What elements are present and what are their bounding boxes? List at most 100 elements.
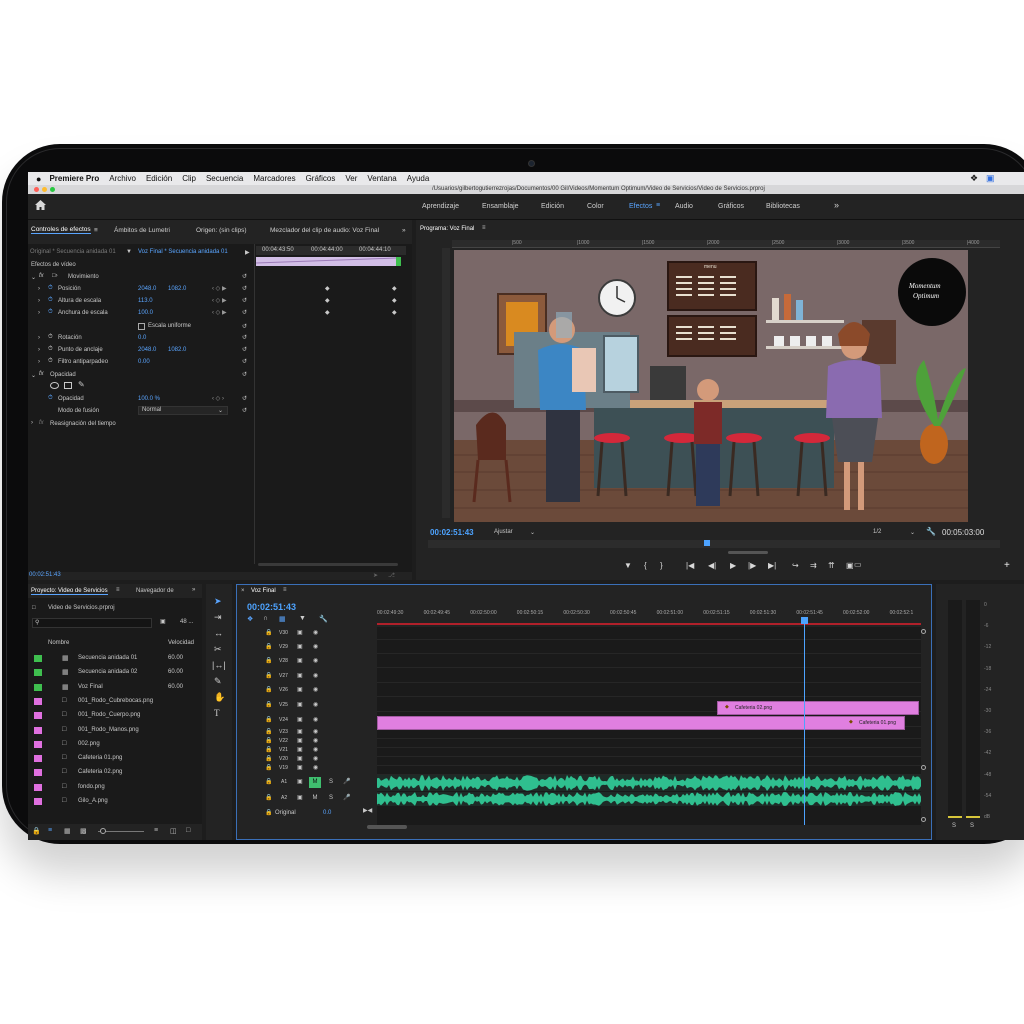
program-scrub-bar[interactable] bbox=[428, 540, 1000, 548]
label-color-swatch[interactable] bbox=[34, 683, 42, 691]
tab-menu-icon[interactable]: ≡ bbox=[94, 227, 98, 234]
param-expand-arrow[interactable]: › bbox=[38, 286, 40, 292]
video-track-header[interactable]: 🔒 V28 ▣ ◉ bbox=[237, 657, 377, 667]
go-to-in-icon[interactable]: |◀ bbox=[686, 561, 694, 570]
menu-ayuda[interactable]: Ayuda bbox=[407, 174, 430, 183]
target-clip-label[interactable]: Voz Final * Secuencia anidada 01 bbox=[138, 249, 228, 255]
param-value-1[interactable]: 113.0 bbox=[138, 298, 153, 304]
master-track-header[interactable]: 🔒 Original 0.0 ▶◀ bbox=[237, 808, 377, 819]
mute-button[interactable]: M bbox=[309, 793, 321, 804]
opacity-value[interactable]: 100.0 % bbox=[138, 396, 160, 402]
column-name-header[interactable]: Nombre bbox=[48, 640, 69, 646]
mark-out-icon[interactable]: } bbox=[660, 561, 663, 570]
sync-lock-icon[interactable]: ▣ bbox=[297, 728, 303, 735]
audio-clip-a2[interactable] bbox=[377, 792, 921, 806]
param-value-2[interactable]: 1082.0 bbox=[168, 286, 186, 292]
slip-tool-icon[interactable]: |↔| bbox=[212, 660, 226, 670]
program-playhead[interactable] bbox=[704, 540, 710, 546]
param-keyframe-nav[interactable]: ‹ ◇ ▶ bbox=[212, 285, 227, 292]
timeline-timecode[interactable]: 00:02:51:43 bbox=[247, 602, 296, 612]
video-track-header[interactable]: 🔒 V30 ▣ ◉ bbox=[237, 629, 377, 639]
video-track-header[interactable]: 🔒 V26 ▣ ◉ bbox=[237, 686, 377, 696]
opacity-reset-icon[interactable]: ↺ bbox=[242, 395, 247, 402]
clip-cafeteria-01[interactable] bbox=[377, 716, 905, 730]
play-button-icon[interactable]: ▶ bbox=[730, 561, 736, 570]
param-value-1[interactable]: 0.00 bbox=[138, 359, 150, 365]
param-expand-arrow[interactable]: › bbox=[38, 347, 40, 353]
tab-audio-mixer[interactable]: Mezclador del clip de audio: Voz Final bbox=[270, 227, 379, 234]
label-color-swatch[interactable] bbox=[34, 655, 42, 662]
menu-ver[interactable]: Ver bbox=[345, 174, 357, 183]
sync-lock-icon[interactable]: ▣ bbox=[297, 657, 303, 664]
expand-time-remap-arrow[interactable]: › bbox=[31, 420, 33, 426]
track-lock-icon[interactable]: 🔒 bbox=[265, 746, 272, 753]
param-reset-icon[interactable]: ↺ bbox=[242, 334, 247, 341]
program-timecode[interactable]: 00:02:51:43 bbox=[430, 528, 474, 537]
project-list-item[interactable]: □ 002.png bbox=[28, 740, 202, 752]
play-audio-icon[interactable]: ▶ bbox=[245, 249, 250, 256]
param-keyframe-mark-end[interactable]: ◆ bbox=[392, 309, 397, 316]
dropbox-icon[interactable]: ❖ bbox=[970, 173, 978, 184]
param-keyframe-mark[interactable]: ◆ bbox=[325, 285, 330, 292]
track-lock-icon[interactable]: 🔒 bbox=[265, 728, 272, 735]
linked-selection-icon[interactable]: ∩ bbox=[263, 615, 268, 622]
menu-clip[interactable]: Clip bbox=[182, 174, 196, 183]
tab-lumetri-scopes[interactable]: Ámbitos de Lumetri bbox=[114, 227, 170, 234]
track-select-tool-icon[interactable]: ⇥ bbox=[214, 612, 222, 623]
opacity-stopwatch-icon[interactable]: ⏱ bbox=[48, 395, 53, 402]
param-expand-arrow[interactable]: › bbox=[38, 359, 40, 365]
tab-audio[interactable]: Audio bbox=[675, 203, 693, 210]
export-icon[interactable]: ⎇ bbox=[388, 572, 395, 579]
overwrite-icon[interactable]: ⇉ bbox=[810, 561, 817, 570]
motion-reset-icon[interactable]: ↺ bbox=[242, 273, 247, 280]
quality-dropdown[interactable]: 1/2 bbox=[873, 529, 881, 535]
project-list-item[interactable]: □ Gilo_A.png bbox=[28, 797, 202, 809]
param-expand-arrow[interactable]: › bbox=[38, 310, 40, 316]
type-tool-icon[interactable]: T bbox=[214, 708, 220, 718]
microphone-icon[interactable]: 🎤 bbox=[343, 778, 350, 785]
blend-reset-icon[interactable]: ↺ bbox=[242, 407, 247, 414]
track-lock-icon[interactable]: 🔒 bbox=[265, 643, 272, 650]
tab-project[interactable]: Proyecto: Video de Servicios bbox=[31, 588, 108, 595]
tab-bibliotecas[interactable]: Bibliotecas bbox=[766, 203, 800, 210]
timeline-vertical-scroll-bottom[interactable] bbox=[921, 817, 926, 822]
timeline-vertical-scroll-top[interactable] bbox=[921, 629, 926, 634]
camera-icon[interactable]: ▣ bbox=[846, 561, 854, 570]
sequence-tab[interactable]: Voz Final bbox=[251, 588, 276, 594]
fit-chevron-icon[interactable]: ⌄ bbox=[530, 529, 535, 536]
timeline-settings-icon[interactable]: 🔧 bbox=[319, 615, 328, 623]
track-lock-icon[interactable]: 🔒 bbox=[265, 764, 272, 771]
project-menu-icon[interactable]: ≡ bbox=[116, 587, 120, 593]
param-value-1[interactable]: 100.0 bbox=[138, 310, 153, 316]
sort-icon[interactable]: ≡ bbox=[154, 827, 158, 834]
label-color-swatch[interactable] bbox=[34, 697, 42, 705]
tab-source[interactable]: Origen: (sin clips) bbox=[196, 227, 247, 234]
close-window-button[interactable] bbox=[34, 187, 39, 192]
audio-clip-a1[interactable] bbox=[377, 775, 921, 791]
param-keyframe-nav[interactable]: ‹ ◇ ▶ bbox=[212, 297, 227, 304]
label-color-swatch[interactable] bbox=[34, 669, 42, 677]
sync-lock-icon[interactable]: ▣ bbox=[297, 643, 303, 650]
fx-badge-time-remap[interactable]: fx bbox=[39, 420, 44, 426]
param-stopwatch-icon[interactable]: ⏱ bbox=[48, 358, 53, 365]
label-color-swatch[interactable] bbox=[34, 712, 42, 720]
pen-tool-icon[interactable]: ✎ bbox=[214, 676, 222, 687]
timeline-vertical-scroll-mid[interactable] bbox=[921, 765, 926, 770]
menu-marcadores[interactable]: Marcadores bbox=[253, 174, 295, 183]
timeline-playhead-line[interactable] bbox=[804, 619, 805, 825]
tab-color[interactable]: Color bbox=[587, 203, 604, 210]
timeline-ruler[interactable] bbox=[377, 601, 921, 625]
sync-lock-icon[interactable]: ▣ bbox=[297, 737, 303, 744]
param-stopwatch-icon[interactable]: ⏱ bbox=[48, 309, 53, 316]
go-to-out-icon[interactable]: ▶| bbox=[768, 561, 776, 570]
param-value-1[interactable]: 0.0 bbox=[138, 335, 146, 341]
finder-icon[interactable]: ▣ bbox=[986, 173, 995, 184]
eye-icon[interactable]: ◉ bbox=[313, 716, 318, 723]
track-lock-icon[interactable]: 🔒 bbox=[265, 716, 272, 723]
add-marker-timeline-icon[interactable]: ▼ bbox=[299, 615, 306, 622]
param-stopwatch-icon[interactable]: ⏱ bbox=[48, 285, 53, 292]
solo-button[interactable]: S bbox=[329, 795, 333, 801]
new-item-icon[interactable]: □ bbox=[186, 827, 190, 834]
param-value-1[interactable]: 2048.0 bbox=[138, 286, 156, 292]
project-list-item[interactable]: □ 001_Rodo_Cuerpo.png bbox=[28, 711, 202, 723]
